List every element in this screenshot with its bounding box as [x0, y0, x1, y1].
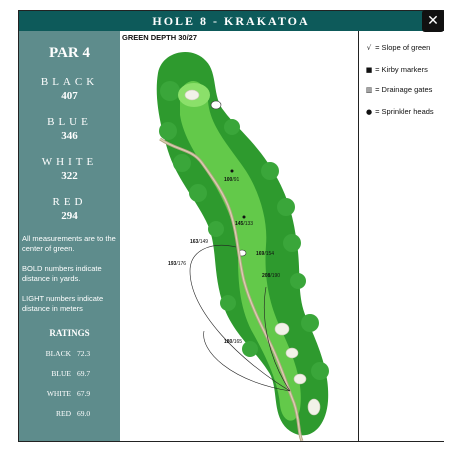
measurement-note: All measurements are to the center of gr…	[22, 234, 116, 253]
rating-row: BLACK 72.3	[19, 349, 120, 358]
green-depth: GREEN DEPTH 30/27	[122, 33, 198, 42]
legend-item-sprinkler: ● = Sprinkler heads	[365, 107, 434, 116]
rating-tee: BLUE	[51, 369, 71, 378]
rating-row: RED 69.0	[19, 409, 120, 418]
tee-yards: 407	[61, 90, 78, 102]
tee-name: BLUE	[47, 116, 92, 128]
legend-label: = Slope of green	[375, 43, 431, 52]
hole-title: HOLE 8 - KRAKATOA	[19, 11, 443, 31]
distance-label-208: 208/190	[262, 273, 280, 279]
legend-item-drainage: ▥ = Drainage gates	[365, 85, 433, 94]
light-numbers-note: LIGHT numbers indicate distance in meter…	[22, 294, 104, 313]
hole-info-sidebar: PAR 4 BLACK 407 BLUE 346 WHITE 322 RED 2…	[19, 31, 120, 441]
legend-item-slope: √ = Slope of green	[365, 43, 431, 52]
distance-label-145: 145/133	[235, 221, 253, 227]
slope-icon: √	[366, 44, 372, 52]
distance-label-180: 180/165	[224, 339, 242, 345]
distance-label-193: 193/176	[168, 261, 186, 267]
legend-label: = Kirby markers	[375, 65, 428, 74]
tee-blue: BLUE 346	[19, 116, 120, 142]
rating-tee: BLACK	[45, 349, 71, 358]
tee-name: RED	[52, 196, 87, 208]
rating-value: 69.0	[77, 409, 91, 418]
tee-red: RED 294	[19, 196, 120, 222]
tee-name: WHITE	[41, 156, 98, 168]
rating-row: WHITE 67.9	[19, 389, 120, 398]
rating-tee: WHITE	[46, 389, 71, 398]
legend-label: = Drainage gates	[375, 85, 433, 94]
tee-yards: 322	[61, 170, 78, 182]
rating-tee: RED	[56, 409, 71, 418]
map-legend: √ = Slope of green ■ = Kirby markers ▥ =…	[358, 31, 444, 441]
distance-label-169: 169/154	[256, 251, 274, 257]
tee-black: BLACK 407	[19, 76, 120, 102]
rating-value: 69.7	[77, 369, 91, 378]
rating-row: BLUE 69.7	[19, 369, 120, 378]
ratings-title: RATINGS	[49, 328, 90, 338]
drainage-gate-icon: ▥	[365, 86, 373, 94]
sprinkler-head-icon: ●	[365, 108, 373, 116]
close-button[interactable]: ✕	[422, 10, 444, 32]
par-label: PAR 4	[49, 45, 90, 61]
distance-label-100: 100/91	[224, 177, 240, 183]
distance-label-163: 163/149	[190, 239, 208, 245]
hole-map: 100/91 145/133 163/149 193/176 169/154 2…	[120, 31, 358, 441]
pin-marker	[210, 100, 222, 110]
legend-label: = Sprinkler heads	[375, 107, 434, 116]
kirby-marker-icon: ■	[365, 66, 373, 74]
rating-value: 67.9	[77, 389, 91, 398]
bold-numbers-note: BOLD numbers indicate distance in yards.	[22, 264, 102, 283]
tee-white: WHITE 322	[19, 156, 120, 182]
hole-card: HOLE 8 - KRAKATOA PAR 4 BLACK 407 BLUE 3…	[18, 10, 444, 442]
legend-item-kirby: ■ = Kirby markers	[365, 65, 428, 74]
rating-value: 72.3	[77, 349, 91, 358]
close-icon: ✕	[427, 13, 439, 29]
tee-yards: 294	[61, 210, 78, 222]
tee-name: BLACK	[40, 76, 99, 88]
tee-yards: 346	[61, 130, 78, 142]
